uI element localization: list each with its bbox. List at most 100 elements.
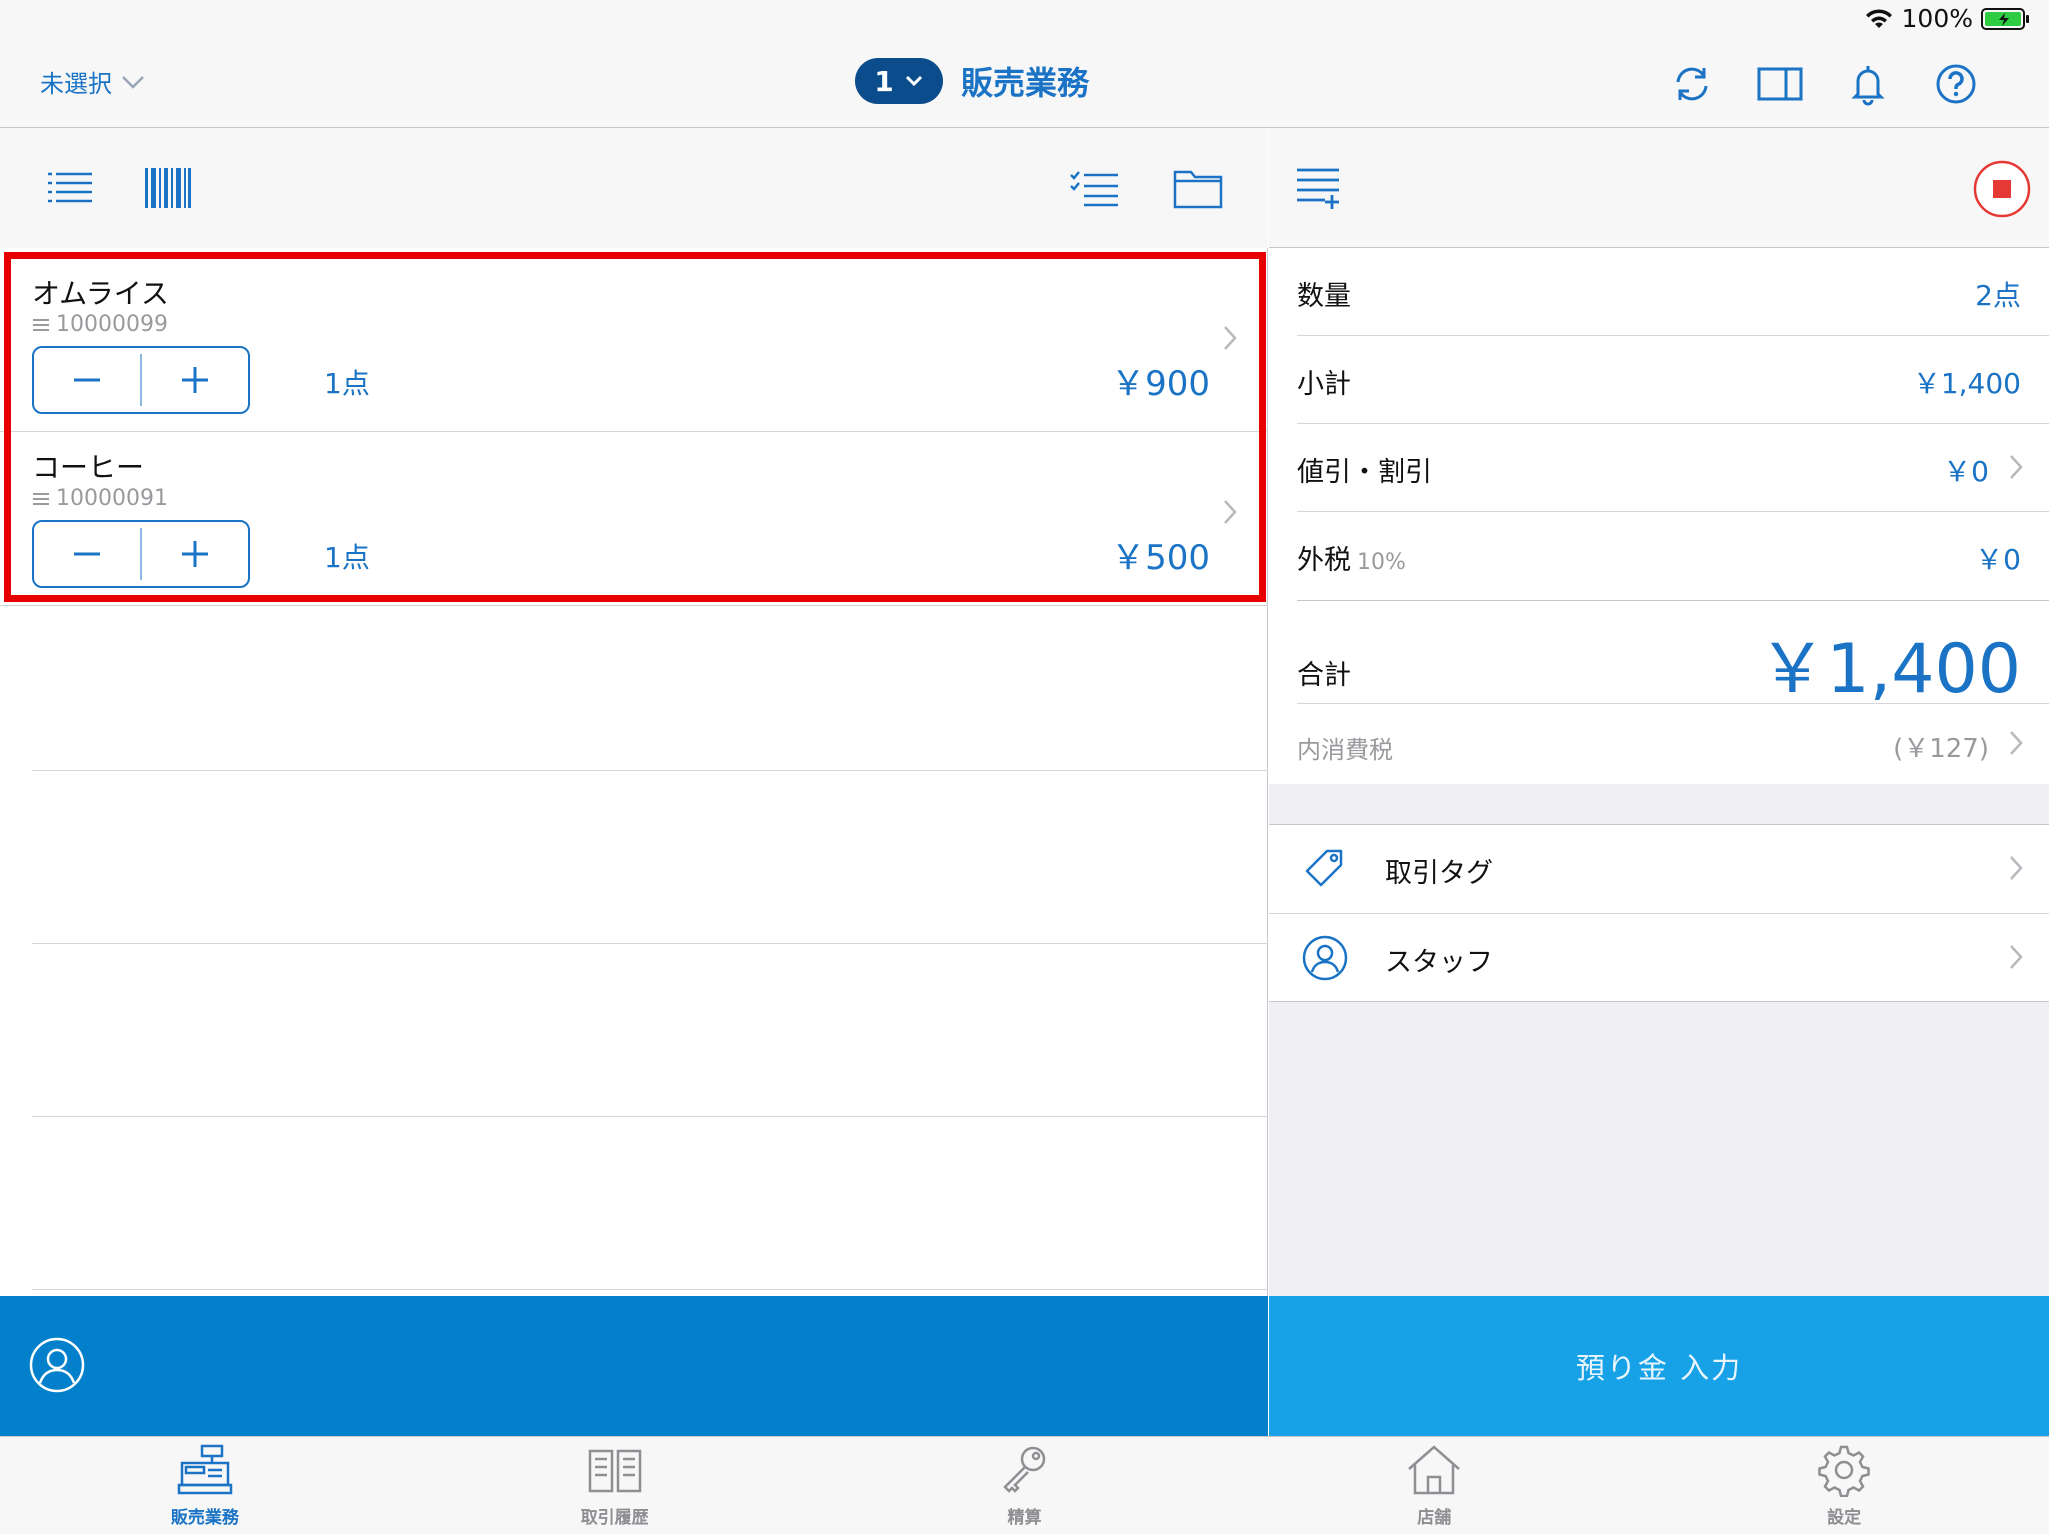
quantity-label: 数量	[1297, 281, 1351, 312]
gear-icon	[1815, 1443, 1873, 1497]
inclusive-tax-value: (￥127)	[1893, 734, 1989, 764]
book-icon	[586, 1443, 644, 1497]
total-label: 合計	[1297, 660, 1351, 691]
empty-row-divider	[32, 1289, 1268, 1290]
navbar: 未選択 1 販売業務	[0, 40, 2049, 128]
item-code-text: 10000091	[56, 486, 168, 511]
empty-row-divider	[32, 770, 1268, 771]
tab-label: 店舗	[1417, 1508, 1452, 1528]
tab-store[interactable]: 店舗	[1229, 1437, 1639, 1534]
register-selector[interactable]: 1	[855, 58, 943, 104]
staff-icon	[1301, 934, 1349, 982]
folder-icon[interactable]	[1172, 164, 1224, 212]
sync-icon[interactable]	[1670, 62, 1714, 106]
cash-register-icon	[176, 1443, 234, 1497]
stepper-divider	[140, 354, 142, 406]
tab-label: 設定	[1827, 1508, 1862, 1528]
home-icon	[1405, 1443, 1463, 1497]
chevron-right-icon	[2009, 855, 2023, 881]
chevron-right-icon	[2009, 730, 2023, 756]
status-bar: 100%	[0, 0, 2049, 40]
add-list-icon[interactable]	[1295, 164, 1343, 212]
stop-button[interactable]	[1973, 160, 2031, 218]
decrement-button[interactable]	[34, 348, 140, 412]
summary-list: 数量 2点 小計 ￥1,400 値引・割引 ￥0 外税 10% ￥0 合計 ￥1,…	[1269, 248, 2049, 784]
inclusive-tax-row[interactable]: 内消費税 (￥127)	[1297, 704, 2049, 784]
tax-rate: 10%	[1357, 550, 1406, 575]
total-value: ￥1,400	[1758, 630, 2021, 709]
tab-label: 取引履歴	[580, 1508, 649, 1528]
help-icon[interactable]	[1934, 62, 1978, 106]
barcode-icon[interactable]	[142, 164, 194, 212]
split-view-icon[interactable]	[1756, 62, 1804, 106]
chevron-down-icon	[120, 74, 146, 90]
cart-pane: オムライス 10000099 1点 ￥900 コーヒー 10000091 1点 …	[0, 128, 1268, 1296]
deposit-input-button[interactable]: 預り金 入力	[1269, 1296, 2049, 1436]
cart-item[interactable]: オムライス 10000099 1点 ￥900	[0, 258, 1268, 432]
item-code: 10000099	[32, 312, 168, 337]
tax-label: 外税 10%	[1297, 538, 1406, 577]
summary-pane: 数量 2点 小計 ￥1,400 値引・割引 ￥0 外税 10% ￥0 合計 ￥1,…	[1269, 128, 2049, 1296]
discount-value: ￥0	[1943, 455, 1989, 488]
extras-list: 取引タグ スタッフ	[1269, 824, 2049, 1002]
item-code-text: 10000099	[56, 312, 168, 337]
wifi-icon	[1864, 7, 1894, 31]
empty-row-divider	[32, 943, 1268, 944]
item-quantity: 1点	[324, 367, 370, 400]
tab-settlement[interactable]: 精算	[820, 1437, 1230, 1534]
nav-center: 1 販売業務	[855, 58, 1089, 104]
quantity-row: 数量 2点	[1297, 248, 2049, 336]
decrement-button[interactable]	[34, 522, 140, 586]
empty-row-divider	[32, 1116, 1268, 1117]
inclusive-tax-label: 内消費税	[1297, 736, 1393, 764]
quantity-stepper	[32, 346, 250, 414]
cart-toolbar	[0, 128, 1268, 248]
tab-settings[interactable]: 設定	[1639, 1437, 2049, 1534]
transaction-tag-label: 取引タグ	[1385, 858, 1493, 889]
chevron-right-icon	[2009, 454, 2023, 480]
summary-toolbar	[1269, 128, 2049, 248]
checklist-icon[interactable]	[1068, 164, 1120, 212]
store-selector[interactable]: 未選択	[40, 64, 146, 99]
item-name: コーヒー	[32, 451, 145, 484]
staff-label: スタッフ	[1385, 947, 1493, 978]
tab-history[interactable]: 取引履歴	[410, 1437, 820, 1534]
item-name: オムライス	[32, 277, 169, 310]
subtotal-row: 小計 ￥1,400	[1297, 336, 2049, 424]
customer-avatar-icon[interactable]	[28, 1336, 86, 1394]
chevron-right-icon	[1222, 498, 1238, 526]
discount-row[interactable]: 値引・割引 ￥0	[1297, 424, 2049, 512]
tab-sales[interactable]: 販売業務	[0, 1437, 410, 1534]
key-icon	[995, 1443, 1053, 1497]
list-icon[interactable]	[44, 164, 96, 212]
page-title: 販売業務	[961, 64, 1090, 102]
transaction-tag-row[interactable]: 取引タグ	[1269, 825, 2049, 913]
item-price: ￥500	[1111, 538, 1210, 578]
tab-label: 精算	[1007, 1508, 1042, 1528]
cart-item[interactable]: コーヒー 10000091 1点 ￥500	[0, 432, 1268, 606]
quantity-stepper	[32, 520, 250, 588]
customer-bar	[0, 1296, 1268, 1436]
staff-row[interactable]: スタッフ	[1269, 913, 2049, 1001]
store-label: 未選択	[40, 70, 112, 98]
total-row: 合計 ￥1,400	[1297, 600, 2049, 709]
menu-icon	[32, 317, 50, 333]
increment-button[interactable]	[142, 522, 248, 586]
tax-label-text: 外税	[1297, 545, 1351, 576]
battery-icon	[1981, 7, 2031, 31]
subtotal-value: ￥1,400	[1912, 367, 2021, 400]
tax-row: 外税 10% ￥0	[1297, 512, 2049, 600]
stepper-divider	[140, 528, 142, 580]
subtotal-label: 小計	[1297, 369, 1351, 400]
item-quantity: 1点	[324, 541, 370, 574]
chevron-down-icon	[904, 74, 924, 88]
chevron-right-icon	[1222, 324, 1238, 352]
tax-value: ￥0	[1975, 543, 2021, 576]
tab-bar: 販売業務 取引履歴 精算 店舗 設定	[0, 1436, 2049, 1534]
register-number: 1	[874, 64, 894, 98]
item-price: ￥900	[1111, 364, 1210, 404]
bell-icon[interactable]	[1846, 62, 1890, 106]
increment-button[interactable]	[142, 348, 248, 412]
discount-label: 値引・割引	[1297, 457, 1432, 488]
item-code: 10000091	[32, 486, 168, 511]
